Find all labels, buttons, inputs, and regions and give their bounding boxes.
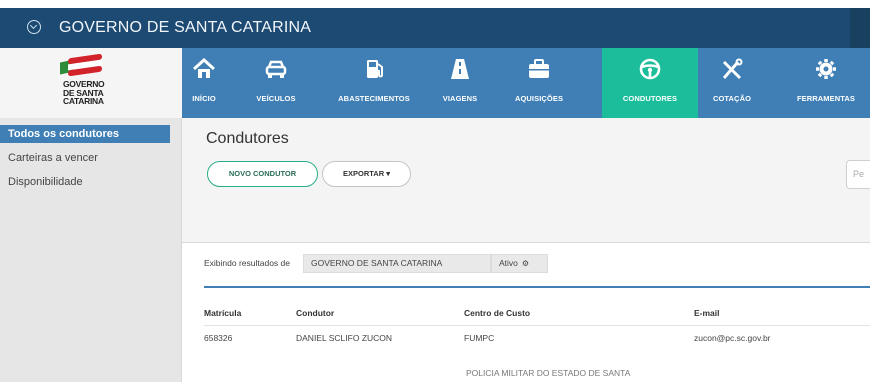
sidebar-item-todos-os-condutores[interactable]: Todos os condutores — [0, 125, 170, 143]
logo-text: GOVERNO DE SANTA CATARINA — [63, 79, 105, 106]
table-header-row: Matrícula Condutor Centro de Custo E-mai… — [204, 301, 870, 326]
cell-matricula[interactable]: 658326 — [204, 325, 296, 349]
results-panel: Exibindo resultados de GOVERNO DE SANTA … — [182, 243, 870, 382]
nav-ferramentas[interactable]: FERRAMENTAS — [788, 48, 864, 118]
sidebar-item-carteiras-a-vencer[interactable]: Carteiras a vencer — [0, 149, 170, 167]
col-condutor[interactable]: Condutor — [296, 301, 464, 326]
main-panel: Condutores NOVO CONDUTOR EXPORTAR ▾ Pe E… — [182, 118, 870, 382]
gear-icon — [816, 59, 836, 79]
nav-condutores[interactable]: CONDUTORES — [602, 48, 698, 118]
cell-centro-de-custo: FUMPC — [464, 325, 694, 349]
window-caption-strip — [0, 0, 870, 8]
fuel-pump-icon — [367, 60, 383, 78]
col-matricula[interactable]: Matrícula — [204, 301, 296, 326]
filter-chip-status[interactable]: Ativo ⚙ — [491, 254, 548, 273]
logo-area[interactable]: GOVERNO DE SANTA CATARINA — [0, 48, 182, 118]
page-title: Condutores — [206, 130, 289, 147]
santa-catarina-flag-icon — [60, 53, 102, 77]
briefcase-icon — [529, 59, 549, 78]
col-centro-de-custo[interactable]: Centro de Custo — [464, 301, 694, 326]
steering-wheel-icon — [639, 58, 661, 80]
cell-email: zucon@pc.sc.gov.br — [694, 325, 870, 349]
cell-condutor: DANIEL SCLIFO ZUCON — [296, 325, 464, 349]
chevron-circle-icon[interactable] — [27, 20, 41, 34]
export-button[interactable]: EXPORTAR ▾ — [322, 161, 411, 187]
nav-viagens[interactable]: VIAGENS — [438, 48, 482, 118]
sidebar: Todos os condutores Carteiras a vencer D… — [0, 118, 182, 382]
nav-veiculos[interactable]: VEÍCULOS — [248, 48, 304, 118]
home-icon — [192, 58, 216, 78]
nav-aquisicoes[interactable]: AQUISIÇÕES — [512, 48, 566, 118]
filter-label: Exibindo resultados de — [204, 258, 291, 268]
govbar-edge — [850, 8, 870, 48]
cell-centro-de-custo: POLICIA MILITAR DO ESTADO DE SANTA — [466, 368, 631, 378]
filter-status-label: Ativo — [499, 258, 518, 268]
car-icon — [265, 60, 287, 78]
government-title: GOVERNO DE SANTA CATARINA — [59, 19, 312, 36]
government-bar: GOVERNO DE SANTA CATARINA — [0, 8, 870, 48]
filter-chip-org[interactable]: GOVERNO DE SANTA CATARINA — [303, 254, 491, 273]
col-email[interactable]: E-mail — [694, 301, 870, 326]
table-row[interactable]: 658326 DANIEL SCLIFO ZUCON FUMPC zucon@p… — [204, 325, 870, 349]
search-input[interactable]: Pe — [846, 160, 870, 189]
tools-icon — [722, 58, 743, 80]
new-driver-button[interactable]: NOVO CONDUTOR — [207, 161, 318, 187]
nav-abastecimentos[interactable]: ABASTECIMENTOS — [324, 48, 424, 118]
nav-inicio[interactable]: INÍCIO — [182, 48, 226, 118]
nav-cotacao[interactable]: COTAÇÃO — [706, 48, 758, 118]
sidebar-item-disponibilidade[interactable]: Disponibilidade — [0, 173, 170, 191]
top-navigation: INÍCIO VEÍCULOS ABASTECIMENTOS VIAGENS A… — [182, 48, 870, 118]
road-icon — [451, 59, 469, 79]
table-top-rule — [204, 286, 870, 288]
gear-icon[interactable]: ⚙ — [522, 255, 529, 272]
drivers-table: Matrícula Condutor Centro de Custo E-mai… — [204, 301, 870, 349]
